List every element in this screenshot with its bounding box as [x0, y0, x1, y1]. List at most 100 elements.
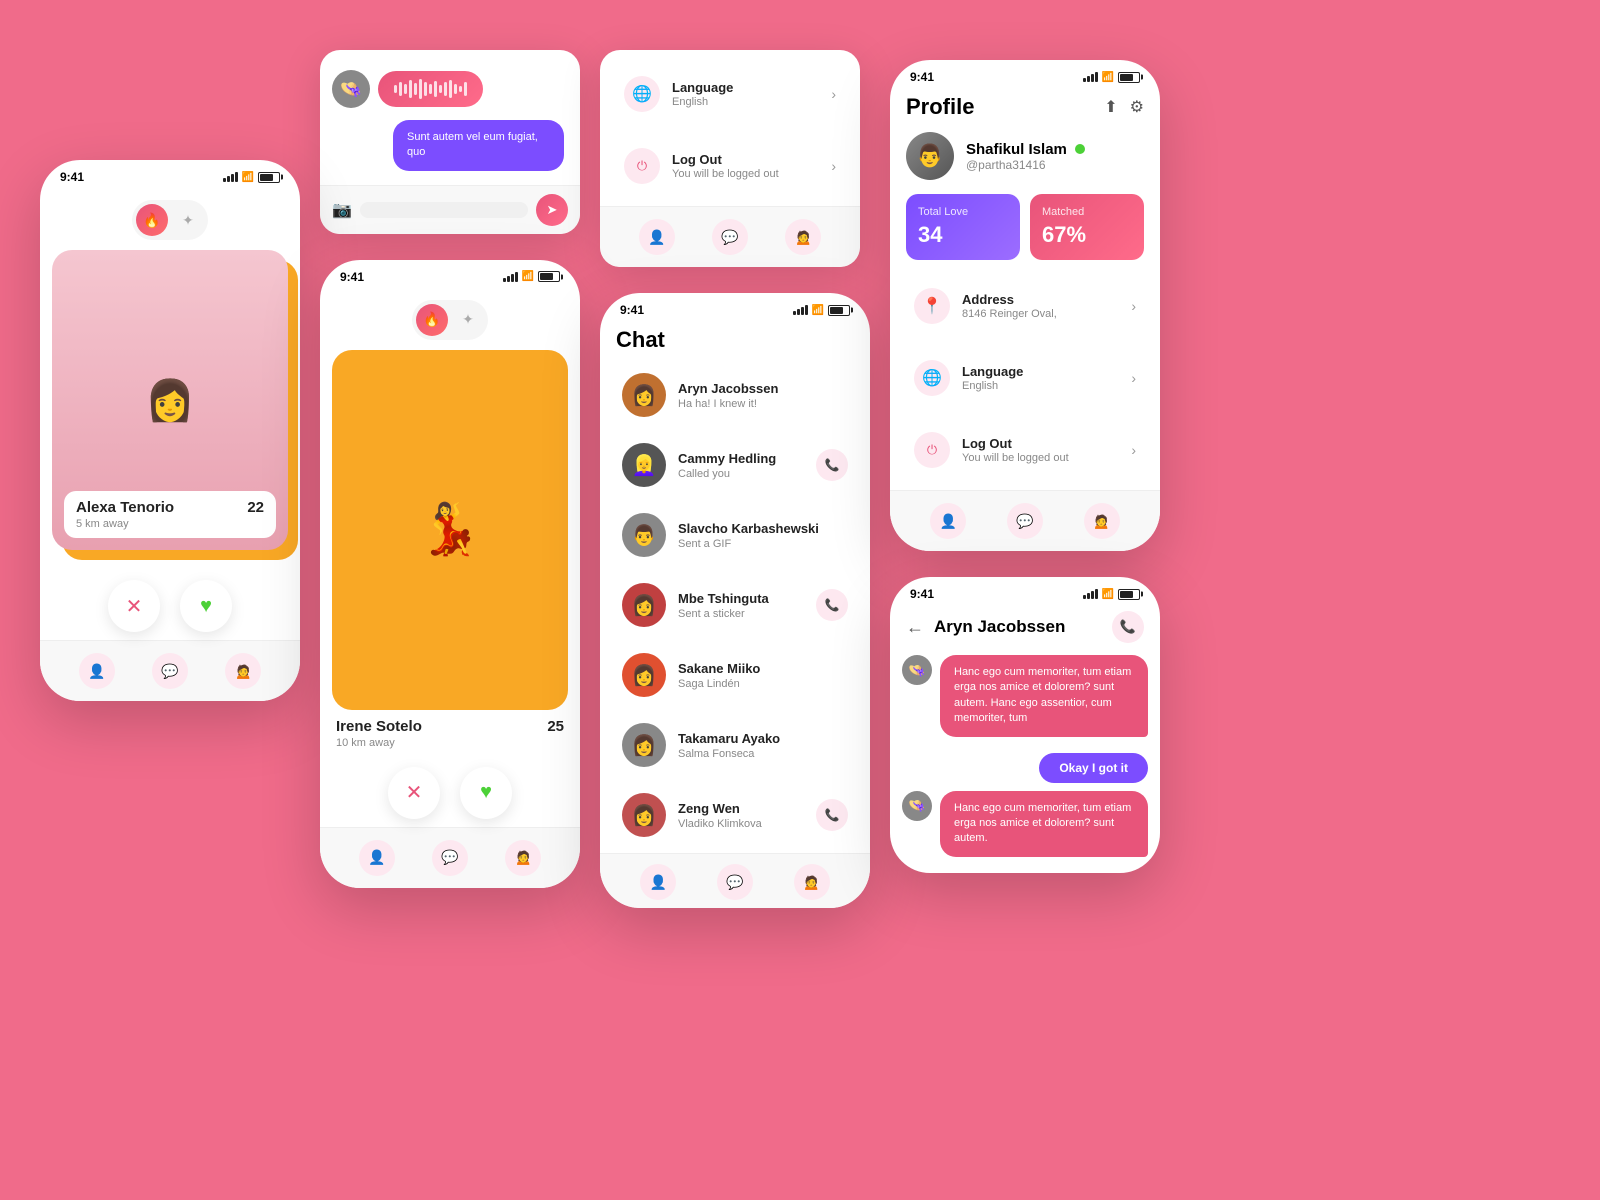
chat-item-takamaru[interactable]: 👩 Takamaru Ayako Salma Fonseca: [612, 713, 858, 777]
nav-user-icon-s[interactable]: 🙍: [785, 219, 821, 255]
logout-menu-item-profile[interactable]: ⏻ Log Out You will be logged out ›: [902, 418, 1148, 482]
nav-chat-icon-2[interactable]: 💬: [432, 840, 468, 876]
like-button-1[interactable]: ♥: [180, 580, 232, 632]
text-message-row: Sunt autem vel eum fugiat, quo: [320, 116, 580, 185]
dislike-button-1[interactable]: ✕: [108, 580, 160, 632]
nav-icon-profile-2[interactable]: 💬: [1007, 503, 1043, 539]
nav-icon-chat-3[interactable]: 🙍: [794, 864, 830, 900]
language-menu-item-profile[interactable]: 🌐 Language English ›: [902, 346, 1148, 410]
like-button-2[interactable]: ♥: [460, 767, 512, 819]
camera-icon[interactable]: 📷: [332, 200, 352, 220]
nav-icon-profile-1[interactable]: 👤: [930, 503, 966, 539]
time-2: 9:41: [340, 270, 364, 284]
chat-info-zeng: Zeng Wen Vladiko Klimkova: [678, 801, 804, 830]
battery-icon-2: [538, 271, 560, 282]
arrow-address: ›: [1131, 298, 1136, 314]
chat-item-slavcho[interactable]: 👨 Slavcho Karbashewski Sent a GIF: [612, 503, 858, 567]
status-icons-2: 📶: [503, 271, 560, 282]
language-value: English: [672, 96, 733, 108]
back-button[interactable]: ←: [906, 617, 924, 638]
status-icons-chat: 📶: [793, 305, 850, 316]
chat-input-area: 📷 ➤: [320, 185, 580, 234]
battery-icon-detail: [1118, 589, 1140, 600]
signal-icon-profile: [1083, 72, 1098, 82]
nav-icon-profile-3[interactable]: 🙍: [1084, 503, 1120, 539]
address-menu-item[interactable]: 📍 Address 8146 Reinger Oval, ›: [902, 274, 1148, 338]
logout-menu-item-top[interactable]: ⏻ Log Out You will be logged out ›: [612, 134, 848, 198]
logout-sub-top: You will be logged out: [672, 168, 779, 180]
star-toggle[interactable]: ✦: [172, 204, 204, 236]
toggle-area-1[interactable]: 🔥 ✦: [40, 190, 300, 250]
avatar-mbe: 👩: [622, 583, 666, 627]
chat-item-zeng[interactable]: 👩 Zeng Wen Vladiko Klimkova 📞: [612, 783, 858, 847]
profile-avatar: 👨: [906, 132, 954, 180]
send-button[interactable]: ➤: [536, 194, 568, 226]
matched-stat: Matched 67%: [1030, 194, 1144, 260]
arrow-icon-lang: ›: [831, 86, 836, 102]
voice-bubble: [378, 71, 483, 107]
chat-item-aryn[interactable]: 👩 Aryn Jacobssen Ha ha! I knew it!: [612, 363, 858, 427]
nav-chat-icon-s[interactable]: 💬: [712, 219, 748, 255]
status-bar-chat: 9:41 📶: [600, 293, 870, 323]
chat-messages-container: 👒 Hanc ego cum memoriter, tum etiam erga…: [890, 655, 1160, 873]
star-toggle-2[interactable]: ✦: [452, 304, 484, 336]
wifi-icon-chat: 📶: [812, 305, 824, 316]
fire-toggle-2[interactable]: 🔥: [416, 304, 448, 336]
chat-info-sakane: Sakane Miiko Saga Lindén: [678, 661, 848, 690]
online-indicator: [1075, 144, 1085, 154]
logout-icon-profile: ⏻: [914, 432, 950, 468]
chat-name-aryn: Aryn Jacobssen: [678, 381, 848, 396]
chat-item-cammy[interactable]: 👱‍♀️ Cammy Hedling Called you 📞: [612, 433, 858, 497]
toggle-pill-1[interactable]: 🔥 ✦: [132, 200, 208, 240]
card-orange: 💃: [332, 350, 568, 710]
person-name-2: Irene Sotelo: [336, 718, 422, 735]
share-icon[interactable]: ⬆: [1104, 97, 1117, 117]
toggle-pill-2[interactable]: 🔥 ✦: [412, 300, 488, 340]
nav-user-icon-2[interactable]: 🙍: [505, 840, 541, 876]
nav-profile-icon-2[interactable]: 👤: [359, 840, 395, 876]
person-distance-1: 5 km away: [76, 518, 264, 530]
chat-name-zeng: Zeng Wen: [678, 801, 804, 816]
action-buttons-2: ✕ ♥: [320, 757, 580, 827]
chat-info-takamaru: Takamaru Ayako Salma Fonseca: [678, 731, 848, 760]
nav-user-icon[interactable]: 🙍: [225, 653, 261, 689]
chat-msg-sakane: Saga Lindén: [678, 678, 848, 690]
signal-icon-1: [223, 172, 238, 182]
call-icon-mbe[interactable]: 📞: [816, 589, 848, 621]
chat-detail-header: ← Aryn Jacobssen 📞: [890, 607, 1160, 655]
status-bar-1: 9:41 📶: [40, 160, 300, 190]
chat-item-mbe[interactable]: 👩 Mbe Tshinguta Sent a sticker 📞: [612, 573, 858, 637]
phone-chat-list: 9:41 📶 Chat 👩 Aryn Jacobssen Ha ha! I kn…: [600, 293, 870, 908]
card-front-1: 👩 Alexa Tenorio 22 5 km away: [52, 250, 288, 550]
nav-chat-icon[interactable]: 💬: [152, 653, 188, 689]
status-bar-detail: 9:41 📶: [890, 577, 1160, 607]
toggle-area-2[interactable]: 🔥 ✦: [320, 290, 580, 350]
call-icon-zeng[interactable]: 📞: [816, 799, 848, 831]
nav-icon-chat-2[interactable]: 💬: [717, 864, 753, 900]
settings-icon[interactable]: ⚙: [1130, 97, 1144, 117]
matched-value: 67%: [1042, 222, 1132, 248]
dislike-button-2[interactable]: ✕: [388, 767, 440, 819]
time-profile: 9:41: [910, 70, 934, 84]
wifi-icon-detail: 📶: [1102, 589, 1114, 600]
bottom-nav-profile: 👤 💬 🙍: [890, 490, 1160, 551]
message-2: 👒 Hanc ego cum memoriter, tum etiam erga…: [902, 791, 1148, 865]
okay-button[interactable]: Okay I got it: [1039, 753, 1148, 783]
nav-profile-icon-s[interactable]: 👤: [639, 219, 675, 255]
chat-msg-aryn: Ha ha! I knew it!: [678, 398, 848, 410]
chat-contact-name: Aryn Jacobssen: [934, 617, 1102, 637]
signal-icon-chat: [793, 305, 808, 315]
nav-icon-chat-1[interactable]: 👤: [640, 864, 676, 900]
fire-toggle[interactable]: 🔥: [136, 204, 168, 236]
avatar-cammy: 👱‍♀️: [622, 443, 666, 487]
chat-item-sakane[interactable]: 👩 Sakane Miiko Saga Lindén: [612, 643, 858, 707]
address-label: Address: [962, 292, 1057, 307]
phone-swipe-1: 9:41 📶 🔥 ✦ 👩: [40, 160, 300, 701]
sender-avatar-1: 👒: [902, 655, 932, 685]
call-button-detail[interactable]: 📞: [1112, 611, 1144, 643]
language-menu-item[interactable]: 🌐 Language English ›: [612, 62, 848, 126]
message-input[interactable]: [360, 202, 528, 218]
avatar-takamaru: 👩: [622, 723, 666, 767]
call-icon-cammy[interactable]: 📞: [816, 449, 848, 481]
nav-profile-icon[interactable]: 👤: [79, 653, 115, 689]
